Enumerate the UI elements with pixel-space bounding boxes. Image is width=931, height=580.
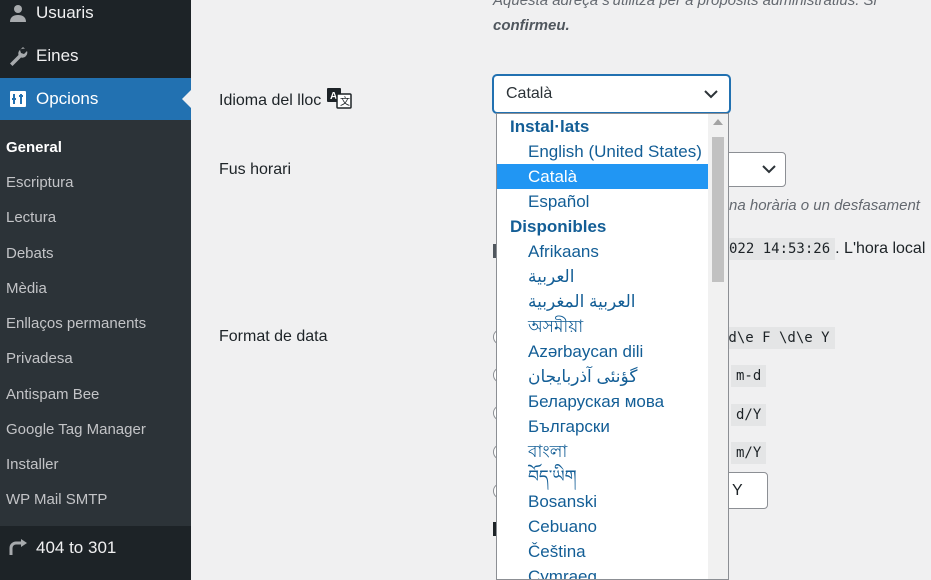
scroll-up-arrow-icon[interactable] <box>713 119 723 125</box>
site-language-row-label: Idioma del lloc A文 <box>219 87 353 114</box>
submenu-item-wp-mail-smtp[interactable]: WP Mail SMTP <box>6 491 107 508</box>
users-icon <box>0 3 36 23</box>
menu-item-users[interactable]: Usuaris <box>0 0 191 34</box>
language-option[interactable]: Bosanski <box>497 489 708 514</box>
language-option[interactable]: অসমীয়া <box>497 314 708 339</box>
language-option[interactable]: Español <box>497 189 708 214</box>
submenu-item-installer[interactable]: Installer <box>6 456 59 473</box>
menu-label: Usuaris <box>36 3 94 22</box>
submenu-item-reading[interactable]: Lectura <box>6 209 56 226</box>
email-description-confirm: confirmeu. <box>493 17 570 34</box>
language-option[interactable]: বাংলা <box>497 439 708 464</box>
dropdown-scrollbar[interactable] <box>708 114 728 579</box>
scrollbar-thumb[interactable] <box>712 137 724 282</box>
menu-item-tools[interactable]: Eines <box>0 35 191 77</box>
svg-text:文: 文 <box>340 95 350 108</box>
submenu-item-privacy[interactable]: Privadesa <box>6 350 73 367</box>
language-option[interactable]: Български <box>497 414 708 439</box>
site-language-select[interactable]: Català <box>493 75 730 113</box>
translate-icon: A文 <box>327 87 353 114</box>
language-option[interactable]: العربية المغربية <box>497 289 708 314</box>
date-format-label: Format de data <box>219 328 328 345</box>
settings-icon <box>0 89 36 109</box>
language-option[interactable]: Cebuano <box>497 514 708 539</box>
redirect-icon <box>0 538 36 558</box>
submenu-item-google-tag-manager[interactable]: Google Tag Manager <box>6 421 146 438</box>
language-option-selected[interactable]: Català <box>497 164 708 189</box>
menu-item-404-to-301[interactable]: 404 to 301 <box>0 526 191 570</box>
submenu-item-media[interactable]: Mèdia <box>6 280 47 297</box>
site-language-label: Idioma del lloc <box>219 91 322 109</box>
menu-label: Opcions <box>36 89 99 108</box>
settings-submenu: General Escriptura Lectura Debats Mèdia … <box>0 120 191 526</box>
menu-label: Eines <box>36 46 79 65</box>
timezone-label: Fus horari <box>219 161 292 178</box>
submenu-item-general[interactable]: General <box>6 139 62 156</box>
language-option[interactable]: English (United States) <box>497 139 708 164</box>
menu-item-settings[interactable]: Opcions <box>0 78 191 120</box>
submenu-item-permalinks[interactable]: Enllaços permanents <box>6 315 146 332</box>
svg-text:A: A <box>330 91 337 102</box>
universal-time-code: 022 14:53:26 <box>724 238 836 260</box>
timezone-description: na horària o un desfasament <box>729 197 920 214</box>
language-dropdown-list[interactable]: Instal·lats English (United States) Cata… <box>496 113 729 580</box>
language-option[interactable]: Afrikaans <box>497 239 708 264</box>
submenu-item-antispam-bee[interactable]: Antispam Bee <box>6 386 99 403</box>
date-format-code-2: m-d <box>731 365 767 387</box>
email-description: Aquesta adreça s'utilitza per a propòsit… <box>493 0 877 9</box>
language-option[interactable]: العربية <box>497 264 708 289</box>
language-option[interactable]: Azərbaycan dili <box>497 339 708 364</box>
submenu-item-writing[interactable]: Escriptura <box>6 174 74 191</box>
universal-time-row: 022 14:53:26. L'hora local <box>724 238 926 260</box>
admin-sidebar: Usuaris Eines Opcions General Escriptura… <box>0 0 191 580</box>
site-language-value: Català <box>506 85 553 102</box>
local-time-text: . L'hora local <box>835 240 926 257</box>
chevron-down-icon <box>761 161 777 182</box>
chevron-down-icon <box>703 86 719 107</box>
language-option[interactable]: Беларуская мова <box>497 389 708 414</box>
language-option[interactable]: Cymraeg <box>497 564 708 579</box>
wrench-icon <box>0 46 36 66</box>
optgroup-available: Disponibles <box>510 217 607 236</box>
date-format-code-4: m/Y <box>731 442 767 464</box>
date-format-code-3: d/Y <box>731 404 767 426</box>
optgroup-installed: Instal·lats <box>510 117 590 136</box>
date-format-code-1: \d\e F \d\e Y <box>715 327 835 349</box>
language-option[interactable]: བོད་ཡིག <box>497 464 708 489</box>
submenu-item-discussion[interactable]: Debats <box>6 245 54 262</box>
menu-label: 404 to 301 <box>36 538 117 557</box>
language-option[interactable]: Čeština <box>497 539 708 564</box>
language-option[interactable]: گؤنئی آذربایجان <box>497 364 708 389</box>
